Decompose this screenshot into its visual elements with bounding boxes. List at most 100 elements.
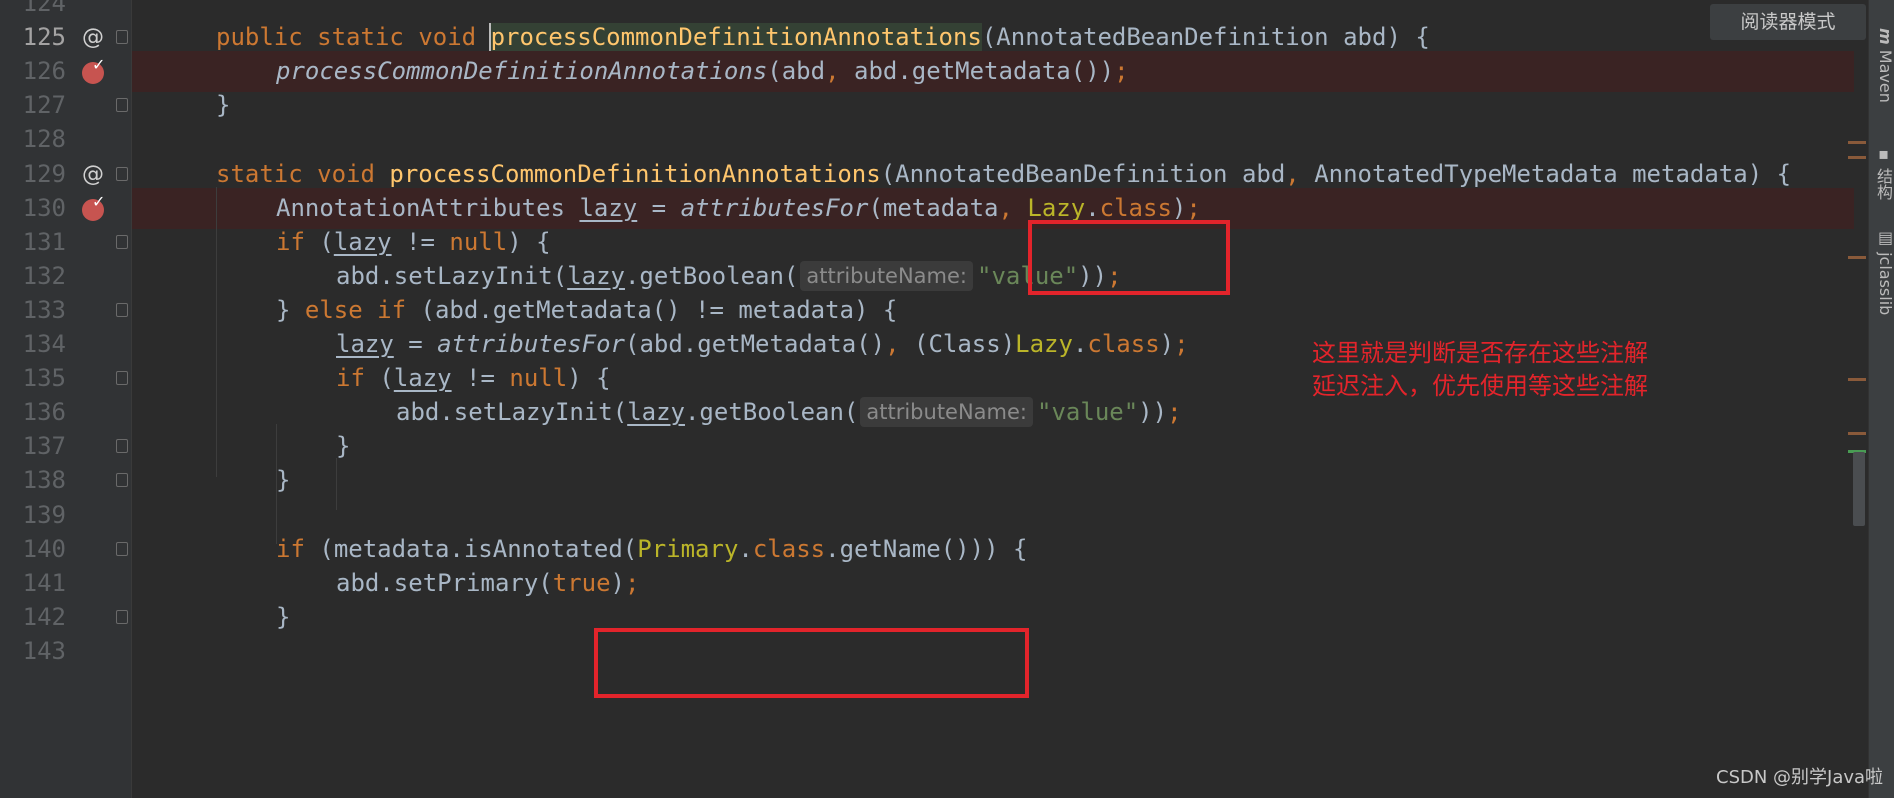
keyword-static: static <box>317 23 404 52</box>
comma-sep: , <box>885 330 900 358</box>
call-set-lazy-init: abd.setLazyInit( <box>396 398 628 427</box>
type-name: AnnotatedBeanDefinition <box>895 159 1228 188</box>
reader-mode-button[interactable]: 阅读器模式 <box>1710 4 1866 40</box>
annotation-primary: Primary <box>637 534 739 563</box>
type-name: AnnotationAttributes <box>276 193 565 222</box>
fold-start-icon[interactable] <box>116 541 128 556</box>
error-stripe-mark[interactable] <box>1848 378 1866 381</box>
maven-label: Maven <box>1876 49 1894 103</box>
annotation-lazy: Lazy <box>1015 330 1073 358</box>
keyword-void: void <box>317 159 375 188</box>
var-lazy: lazy <box>567 261 625 290</box>
string-value: "value" <box>1037 398 1139 427</box>
keyword-public: public <box>216 23 303 52</box>
semicolon: ; <box>625 568 640 597</box>
fold-end-icon[interactable] <box>116 473 128 488</box>
check-icon: ✓ <box>92 191 106 211</box>
error-stripe-mark[interactable] <box>1848 141 1866 144</box>
semicolon: ; <box>1167 398 1182 427</box>
line-number[interactable]: 143 <box>14 631 66 672</box>
var-lazy: lazy <box>336 330 394 358</box>
maven-tab[interactable]: m Maven <box>1869 28 1894 103</box>
breakpoint-icon[interactable]: ✓ <box>82 192 105 221</box>
error-stripe-mark[interactable] <box>1848 156 1866 159</box>
cast-class: (Class) <box>914 330 1016 358</box>
method-call: processCommonDefinitionAnnotations <box>276 57 768 86</box>
call-is-annotated: metadata.isAnnotated( <box>333 534 638 563</box>
call-get-metadata: abd.getMetadata() <box>639 330 886 358</box>
left-tool-strip <box>0 0 15 798</box>
fold-end-icon[interactable] <box>116 98 128 113</box>
keyword-if: if <box>377 295 407 324</box>
keyword-null: null <box>509 364 568 393</box>
comma-sep: , <box>998 193 1013 222</box>
jclasslib-label: jclasslib <box>1876 252 1894 316</box>
method-name: processCommonDefinitionAnnotations <box>490 23 982 52</box>
arg-metadata: metadata <box>882 193 999 222</box>
fold-start-icon[interactable] <box>116 234 128 249</box>
implementation-marker-icon[interactable]: @ <box>80 25 106 51</box>
call-get-metadata: abd.getMetadata() <box>434 295 681 324</box>
structure-tab[interactable]: ▪ 结构 <box>1869 144 1894 200</box>
indent-guide <box>336 458 337 510</box>
fold-start-icon[interactable] <box>116 166 128 181</box>
comma-sep: , <box>1285 159 1300 188</box>
call-get-name: getName <box>839 534 941 563</box>
fold-start-icon[interactable] <box>116 30 128 45</box>
semicolon: ; <box>1114 57 1129 86</box>
fold-end-icon[interactable] <box>116 609 128 624</box>
keyword-else: else <box>304 295 363 324</box>
error-stripe-mark[interactable] <box>1848 256 1866 259</box>
indent-guide <box>216 187 217 477</box>
indent-guide <box>276 424 277 544</box>
call-get-boolean: .getBoolean( <box>624 261 799 290</box>
highlight-box-primary <box>594 628 1029 698</box>
fold-end-icon[interactable] <box>116 439 128 454</box>
arg-abd: abd <box>781 57 826 86</box>
var-lazy: lazy <box>627 398 685 427</box>
call-get-metadata: abd.getMetadata() <box>854 57 1100 86</box>
call-attributes-for: attributesFor <box>680 193 869 222</box>
comma-sep: , <box>825 57 840 86</box>
call-set-lazy-init: abd.setLazyInit( <box>336 261 568 290</box>
var-lazy: lazy <box>333 227 392 256</box>
keyword-true: true <box>552 568 611 597</box>
jclasslib-tab[interactable]: ▤ jclasslib <box>1869 228 1894 315</box>
keyword-static: static <box>216 159 303 188</box>
keyword-if: if <box>276 534 305 563</box>
keyword-class: class <box>1087 330 1160 358</box>
error-stripe-mark[interactable] <box>1848 432 1866 435</box>
type-name: AnnotatedBeanDefinition <box>996 23 1329 52</box>
fold-start-icon[interactable] <box>116 371 128 386</box>
keyword-class: class <box>752 534 826 563</box>
right-tool-sidebar: m Maven ▪ 结构 ▤ jclasslib <box>1868 0 1894 798</box>
structure-label: 结构 <box>1874 168 1893 201</box>
fold-start-icon[interactable] <box>116 302 128 317</box>
call-set-primary: abd.setPrimary( <box>336 568 553 597</box>
var-lazy: lazy <box>579 193 638 222</box>
method-name: processCommonDefinitionAnnotations <box>389 159 881 188</box>
keyword-if: if <box>276 227 305 256</box>
structure-icon: ▪ <box>1874 144 1893 163</box>
highlight-box-lazy <box>1028 220 1230 295</box>
var-lazy: lazy <box>393 364 452 393</box>
scrollbar-thumb[interactable] <box>1853 452 1865 526</box>
annotation-lazy: Lazy <box>1027 193 1086 222</box>
implementation-marker-icon[interactable]: @ <box>80 162 106 188</box>
type-name: AnnotatedTypeMetadata <box>1314 159 1618 188</box>
keyword-void: void <box>418 23 477 52</box>
parameter-hint: attributeName: <box>860 397 1034 428</box>
keyword-if: if <box>336 364 365 393</box>
jclasslib-icon: ▤ <box>1876 228 1894 247</box>
var-metadata: metadata <box>738 295 854 324</box>
maven-icon: m <box>1876 28 1894 45</box>
call-get-boolean: .getBoolean( <box>684 398 859 427</box>
keyword-null: null <box>449 227 508 256</box>
check-icon: ✓ <box>92 55 106 75</box>
param-abd: abd <box>1241 159 1286 188</box>
call-attributes-for: attributesFor <box>437 330 625 358</box>
param-metadata: metadata <box>1632 159 1748 188</box>
breakpoint-icon[interactable]: ✓ <box>82 55 105 85</box>
param-abd: abd <box>1343 23 1387 52</box>
semicolon: ; <box>1174 330 1189 358</box>
